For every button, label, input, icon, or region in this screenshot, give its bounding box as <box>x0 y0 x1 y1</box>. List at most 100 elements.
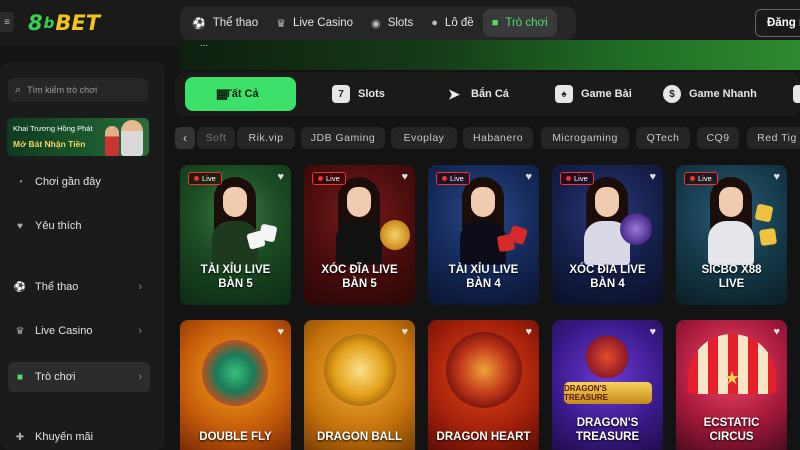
dragon-image <box>582 332 632 382</box>
plate-image <box>380 220 410 250</box>
nav-item-the-thao[interactable]: ⚽ Thể thao <box>183 9 267 37</box>
peacock-image <box>202 340 268 406</box>
game-card-dragon-heart[interactable]: ♥ DRAGON HEART <box>428 320 539 450</box>
soccer-ball-icon: ⚽ <box>192 17 206 30</box>
grid-icon: ▦ <box>215 86 229 101</box>
dice-image <box>754 203 774 223</box>
main-nav: ⚽ Thể thao ♛ Live Casino ◉ Slots ● Lô đề ■ Tr… <box>180 6 576 40</box>
promo-figure <box>121 120 143 156</box>
promo-banner-strip[interactable]: ... <box>180 40 800 70</box>
provider-chip[interactable]: CQ9 <box>697 127 739 149</box>
provider-chip[interactable]: Evoplay <box>391 127 457 149</box>
sidebar: ⌕ Tìm kiếm trò chơi Khai Trương Hồng Phá… <box>0 62 165 450</box>
sidebar-item-recent[interactable]: ◔ Chơi gần đây <box>8 169 150 195</box>
lottery-balls-icon: ● <box>431 17 438 29</box>
game-card-xoc-dia-live-4[interactable]: Live ♥ XÓC ĐĨA LIVE BÀN 4 <box>552 165 663 305</box>
category-tabs: ▦ Tất Cả 7 Slots ➤ Bắn Cá ♠ Game Bài $ Game … <box>175 72 800 116</box>
page: { "header": { "logo_num": "8", "logo_tex… <box>0 0 800 450</box>
chevron-right-icon: › <box>138 371 142 383</box>
provider-chip[interactable]: QTech <box>636 127 690 149</box>
favorite-heart-icon[interactable]: ♥ <box>773 326 780 338</box>
tab-game-nhanh[interactable]: $ Game Nhanh <box>663 77 757 111</box>
sidebar-item-live-casino[interactable]: ♛ Live Casino › <box>8 318 150 344</box>
favorite-heart-icon[interactable]: ♥ <box>525 326 532 338</box>
login-button[interactable]: Đăng n <box>755 9 800 37</box>
search-input[interactable]: ⌕ Tìm kiếm trò chơi <box>8 78 148 102</box>
favorite-heart-icon[interactable]: ♥ <box>649 171 656 183</box>
provider-chip[interactable]: Soft <box>197 127 235 149</box>
sidebar-item-the-thao[interactable]: ⚽ Thể thao › <box>8 274 150 300</box>
dealer-image <box>334 177 384 265</box>
search-icon: ⌕ <box>15 83 22 96</box>
game-card-sicbo-x88-live[interactable]: Live ♥ SICBO X88 LIVE <box>676 165 787 305</box>
dealer-image <box>210 177 260 265</box>
star-icon: ★ <box>724 368 741 388</box>
dice-image <box>258 223 278 243</box>
stopwatch-icon: $ <box>663 85 681 103</box>
favorite-heart-icon[interactable]: ♥ <box>649 326 656 338</box>
gift-icon: ✚ <box>15 431 25 443</box>
favorite-heart-icon[interactable]: ♥ <box>525 171 532 183</box>
clock-icon: ◔ <box>16 176 24 188</box>
game-title: DRAGON HEART <box>436 431 531 443</box>
favorite-heart-icon[interactable]: ♥ <box>401 326 408 338</box>
provider-chip[interactable]: Rik.vip <box>237 127 295 149</box>
game-card-xoc-dia-live-5[interactable]: Live ♥ XÓC ĐĨA LIVE BÀN 5 <box>304 165 415 305</box>
live-badge: Live <box>188 172 222 185</box>
game-title: SICBO X88 LIVE <box>701 264 762 290</box>
game-title: XÓC ĐĨA LIVE BÀN 5 <box>321 264 398 290</box>
dragons-treasure-logo: DRAGON'S TREASURE <box>564 382 652 404</box>
chevron-right-icon: › <box>138 325 142 337</box>
site-logo[interactable]: 8 b BET <box>28 10 100 36</box>
sidebar-item-khuyen-mai[interactable]: ✚ Khuyến mãi <box>8 424 150 450</box>
favorite-heart-icon[interactable]: ♥ <box>277 326 284 338</box>
game-card-tai-xiu-live-5[interactable]: Live ♥ TÀI XỈU LIVE BÀN 5 <box>180 165 291 305</box>
favorite-heart-icon[interactable]: ♥ <box>773 171 780 183</box>
game-card-dragon-ball[interactable]: ♥ DRAGON BALL <box>304 320 415 450</box>
menu-icon[interactable]: ≡ <box>0 12 14 32</box>
banner-text: ... <box>200 40 209 49</box>
live-badge: Live <box>560 172 594 185</box>
game-title: TÀI XỈU LIVE BÀN 5 <box>200 264 271 290</box>
chevron-left-icon[interactable]: ‹ <box>175 127 195 149</box>
provider-chip[interactable]: Red Tig <box>747 127 800 149</box>
game-title: DRAGON BALL <box>317 431 402 443</box>
game-card-tai-xiu-live-4[interactable]: Live ♥ TÀI XỈU LIVE BÀN 4 <box>428 165 539 305</box>
game-card-double-fly[interactable]: ♥ DOUBLE FLY <box>180 320 291 450</box>
golden-dragon-image <box>324 334 396 406</box>
promo-figure <box>105 126 119 156</box>
eye-icon: ◉ <box>371 17 381 30</box>
nav-item-tro-choi[interactable]: ■ Trò chơi <box>482 9 557 37</box>
bowl-image <box>620 213 652 245</box>
heart-icon: ♥ <box>17 220 23 232</box>
nav-item-slots[interactable]: ◉ Slots <box>362 9 422 37</box>
tab-slots[interactable]: 7 Slots <box>332 77 385 111</box>
slot-seven-icon: 7 <box>332 85 350 103</box>
dice-image <box>758 227 778 247</box>
promo-card[interactable]: Khai Trương Hồng Phát Mở Bát Nhận Tiền <box>7 118 149 156</box>
nav-item-lo-de[interactable]: ● Lô đề <box>422 9 482 37</box>
provider-chip[interactable]: Microgaming <box>541 127 629 149</box>
game-title: DOUBLE FLY <box>199 431 272 443</box>
tab-game-bai[interactable]: ♠ Game Bài <box>555 77 632 111</box>
tab-tat-ca[interactable]: ▦ Tất Cả <box>185 77 296 111</box>
game-card-dragons-treasure[interactable]: DRAGON'S TREASURE ♥ DRAGON'S TREASURE <box>552 320 663 450</box>
tab-more[interactable] <box>793 77 800 111</box>
sidebar-item-tro-choi[interactable]: ■ Trò chơi › <box>8 362 150 392</box>
live-badge: Live <box>312 172 346 185</box>
sidebar-item-favorites[interactable]: ♥ Yêu thích <box>8 213 150 239</box>
favorite-heart-icon[interactable]: ♥ <box>401 171 408 183</box>
nav-item-live-casino[interactable]: ♛ Live Casino <box>267 9 362 37</box>
favorite-heart-icon[interactable]: ♥ <box>277 171 284 183</box>
more-icon <box>793 85 800 103</box>
game-card-ecstatic-circus[interactable]: ★ ♥ ECSTATIC CIRCUS <box>676 320 787 450</box>
live-badge: Live <box>436 172 470 185</box>
gamepad-icon: ■ <box>16 371 24 383</box>
provider-chip[interactable]: Habanero <box>463 127 533 149</box>
casino-chip-icon: ♛ <box>15 325 25 337</box>
chevron-right-icon: › <box>138 281 142 293</box>
provider-filter: ‹ Soft Rik.vip JDB Gaming Evoplay Habane… <box>175 127 800 151</box>
tab-ban-ca[interactable]: ➤ Bắn Cá <box>445 77 509 111</box>
provider-chip[interactable]: JDB Gaming <box>301 127 385 149</box>
casino-chip-icon: ♛ <box>276 17 286 30</box>
